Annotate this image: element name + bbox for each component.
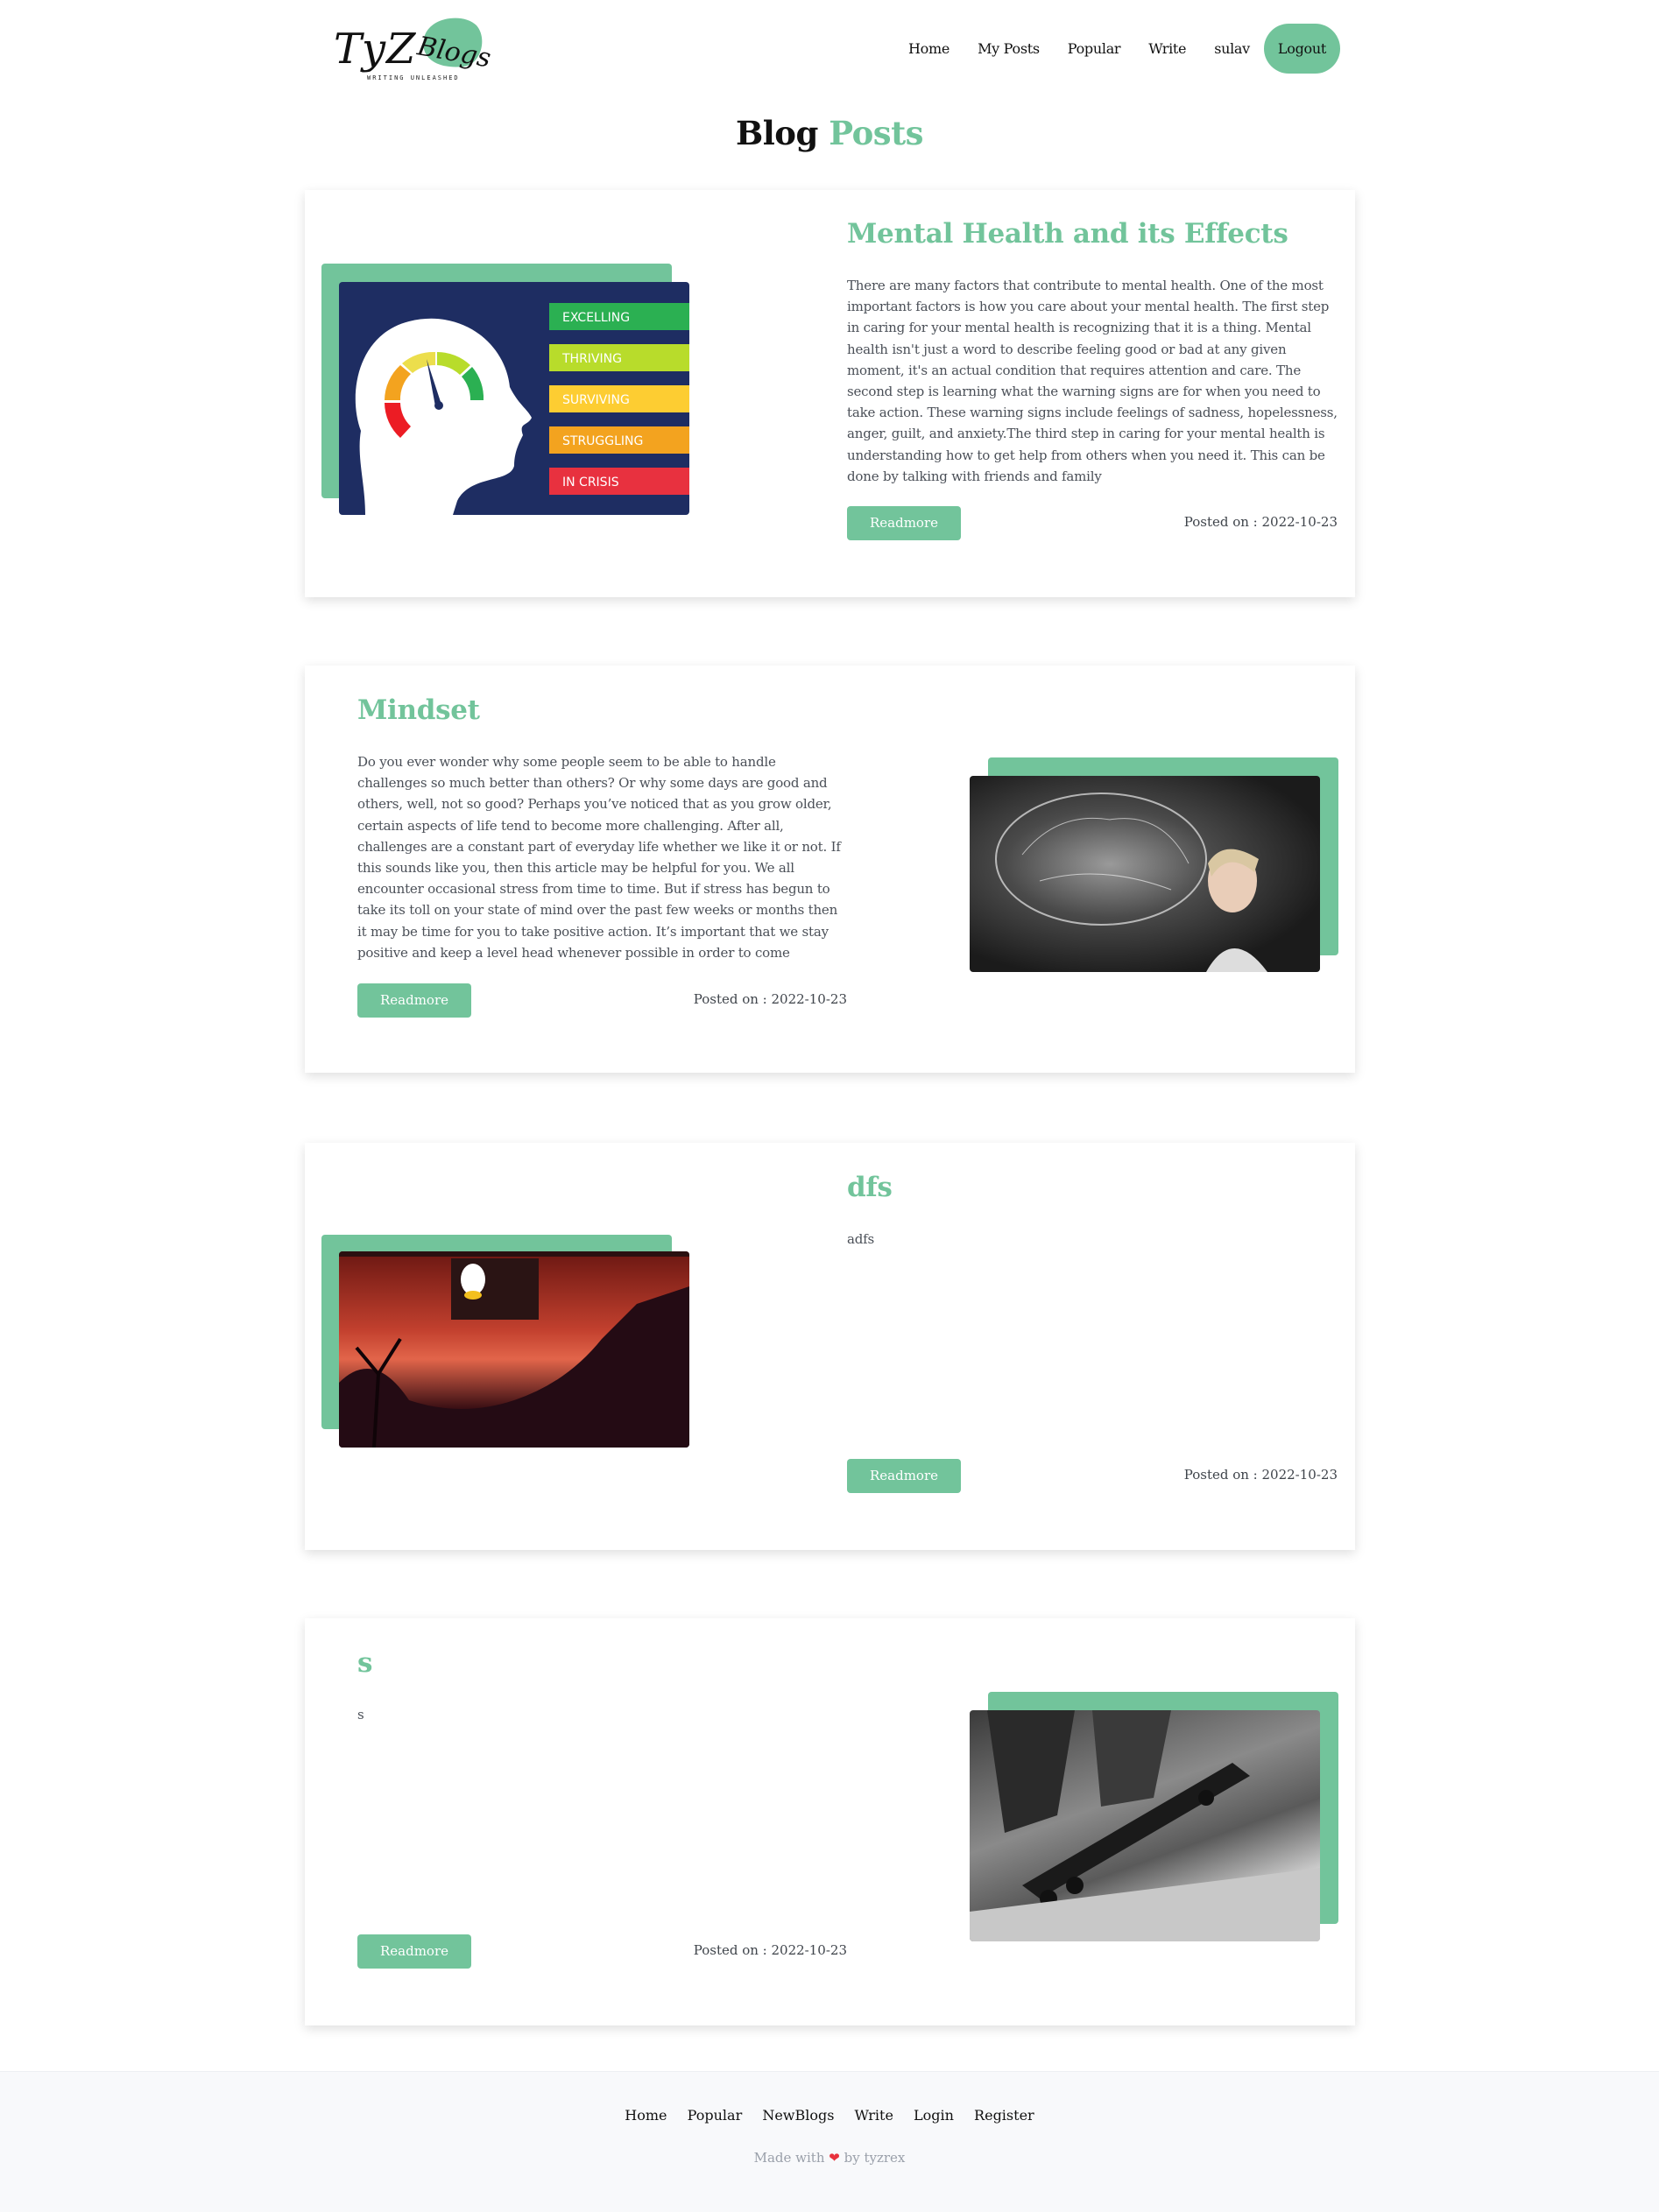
page-title-accent: Posts <box>829 114 924 152</box>
post-excerpt: s <box>357 1707 364 1722</box>
post-card: EXCELLING THRIVING SURVIVING STRUGGLING … <box>305 190 1355 597</box>
post-title[interactable]: s <box>357 1647 372 1679</box>
credit-suffix: by tyzrex <box>844 2150 906 2166</box>
post-card: dfs adfs Readmore Posted on : 2022-10-23 <box>305 1143 1355 1550</box>
image-label: IN CRISIS <box>562 476 619 490</box>
image-label: THRIVING <box>561 352 622 366</box>
post-image[interactable] <box>970 776 1320 972</box>
footer-link-newblogs[interactable]: NewBlogs <box>762 2107 834 2124</box>
post-title[interactable]: Mindset <box>357 694 480 726</box>
post-card: s s Readmore Posted on : 2022-10-23 <box>305 1618 1355 2025</box>
nav-write[interactable]: Write <box>1134 24 1200 74</box>
readmore-button[interactable]: Readmore <box>357 983 471 1018</box>
footer-link-login[interactable]: Login <box>914 2107 954 2124</box>
nav-user[interactable]: sulav <box>1200 24 1264 74</box>
logo-tagline: WRITING UNLEASHED <box>367 74 460 81</box>
site-logo[interactable]: Ty Z Blogs WRITING UNLEASHED <box>332 12 507 84</box>
image-label: STRUGGLING <box>562 434 643 448</box>
post-image[interactable] <box>339 1251 689 1448</box>
post-date: Posted on : 2022-10-23 <box>693 991 847 1007</box>
svg-text:Z: Z <box>385 25 417 74</box>
post-title[interactable]: Mental Health and its Effects <box>847 218 1288 250</box>
readmore-button[interactable]: Readmore <box>847 1459 961 1493</box>
post-excerpt: There are many factors that contribute t… <box>847 278 1338 484</box>
post-image[interactable]: EXCELLING THRIVING SURVIVING STRUGGLING … <box>339 282 689 515</box>
svg-text:Ty: Ty <box>334 25 386 74</box>
footer-link-write[interactable]: Write <box>855 2107 893 2124</box>
post-image[interactable] <box>970 1710 1320 1941</box>
image-label: EXCELLING <box>562 311 630 325</box>
image-label: SURVIVING <box>562 393 630 407</box>
logout-button[interactable]: Logout <box>1263 24 1340 74</box>
post-title[interactable]: dfs <box>847 1172 893 1203</box>
footer-nav: Home Popular NewBlogs Write Login Regist… <box>0 2107 1659 2124</box>
main-nav: Home My Posts Popular Write sulav Logout <box>894 24 1340 74</box>
page-title: Blog Posts <box>0 114 1659 152</box>
post-card: Mindset Do you ever wonder why some peop… <box>305 666 1355 1073</box>
readmore-button[interactable]: Readmore <box>847 506 961 540</box>
footer-link-popular[interactable]: Popular <box>688 2107 743 2124</box>
post-excerpt: adfs <box>847 1231 874 1247</box>
readmore-button[interactable]: Readmore <box>357 1934 471 1969</box>
nav-popular[interactable]: Popular <box>1054 24 1135 74</box>
footer-link-home[interactable]: Home <box>625 2107 667 2124</box>
post-excerpt: Do you ever wonder why some people seem … <box>357 754 841 961</box>
credit-prefix: Made with <box>753 2150 825 2166</box>
page-title-main: Blog <box>735 114 818 152</box>
post-date: Posted on : 2022-10-23 <box>1183 1467 1338 1483</box>
post-date: Posted on : 2022-10-23 <box>1183 514 1338 530</box>
site-footer: Home Popular NewBlogs Write Login Regist… <box>0 2071 1659 2212</box>
heart-icon: ❤ <box>829 2150 840 2166</box>
footer-link-register[interactable]: Register <box>974 2107 1034 2124</box>
post-date: Posted on : 2022-10-23 <box>693 1942 847 1958</box>
nav-my-posts[interactable]: My Posts <box>964 24 1054 74</box>
nav-home[interactable]: Home <box>894 24 964 74</box>
footer-credit: Made with ❤ by tyzrex <box>0 2150 1659 2166</box>
